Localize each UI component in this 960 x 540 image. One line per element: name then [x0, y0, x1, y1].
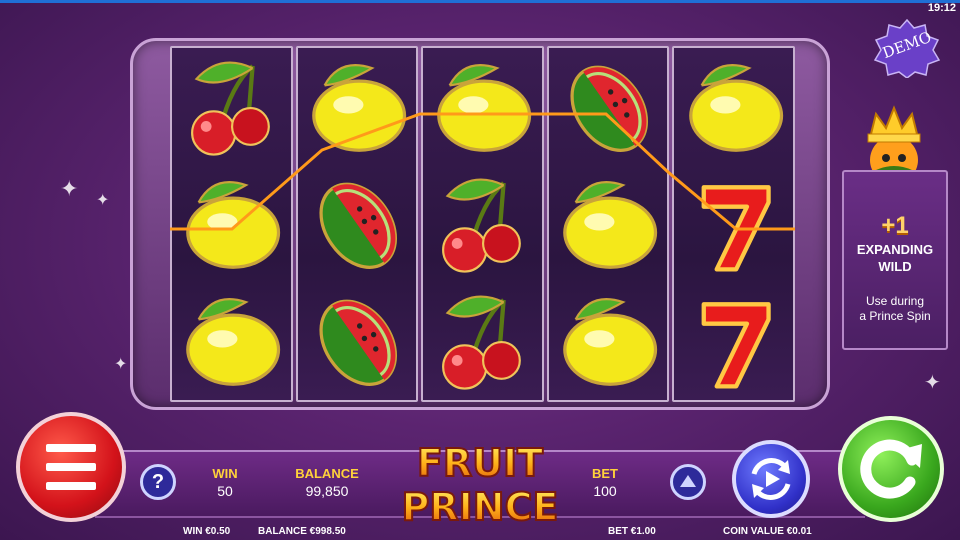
- reel-grid: [170, 46, 795, 402]
- game-logo: FRUIT PRINCE: [401, 440, 560, 530]
- demo-badge: DEMO: [872, 18, 942, 79]
- balance-label: BALANCE: [295, 466, 359, 481]
- reel-1: [170, 46, 293, 402]
- spin-button[interactable]: [838, 416, 944, 522]
- watermelon-icon: [298, 283, 417, 400]
- menu-icon: [46, 463, 96, 471]
- cherry-icon: [423, 283, 542, 400]
- autoplay-icon: [751, 458, 791, 500]
- panel-desc-line2: a Prince Spin: [859, 309, 931, 323]
- lemon-icon: [298, 48, 417, 165]
- menu-button[interactable]: [16, 412, 126, 522]
- lemon-icon: [172, 283, 291, 400]
- top-accent-bar: [0, 0, 960, 3]
- reel-3: [421, 46, 544, 402]
- triangle-up-icon: [680, 475, 696, 487]
- win-value: 50: [217, 483, 233, 499]
- lemon-icon: [674, 48, 793, 165]
- reel-5: [672, 46, 795, 402]
- reel-4: [546, 46, 670, 402]
- lemon-icon: [549, 283, 668, 400]
- spin-icon: [860, 439, 922, 499]
- bet-increase-button[interactable]: [670, 464, 706, 500]
- sparkle-icon: ✦: [96, 192, 110, 209]
- expanding-wild-panel: +1 EXPANDING WILD Use during a Prince Sp…: [842, 170, 948, 350]
- autoplay-button[interactable]: [732, 440, 810, 518]
- logo-line2: PRINCE: [402, 485, 559, 529]
- balance-value: 99,850: [305, 483, 349, 499]
- seven-icon: [674, 165, 793, 282]
- lemon-icon: [172, 165, 291, 282]
- seven-icon: [674, 283, 793, 400]
- win-display: WIN 50: [200, 466, 250, 499]
- watermelon-icon: [298, 165, 417, 282]
- panel-title-line1: EXPANDING: [856, 242, 934, 257]
- footer-balance: BALANCE €998.50: [258, 526, 346, 537]
- menu-icon: [46, 444, 96, 452]
- cherry-icon: [423, 165, 542, 282]
- cherry-icon: [172, 48, 291, 165]
- logo-line1: FRUIT: [417, 441, 543, 485]
- lemon-icon: [549, 165, 668, 282]
- balance-display: BALANCE 99,850: [286, 466, 368, 499]
- win-label: WIN: [212, 466, 238, 481]
- panel-title-line2: WILD: [878, 259, 912, 274]
- bet-value: 100: [593, 483, 617, 499]
- bet-label: BET: [592, 466, 618, 481]
- panel-desc-line1: Use during: [865, 294, 925, 308]
- reel-2: [295, 46, 419, 402]
- bonus-count: +1: [881, 212, 909, 239]
- menu-icon: [46, 482, 96, 490]
- footer-win: WIN €0.50: [183, 526, 231, 537]
- watermelon-icon: [549, 48, 668, 165]
- sparkle-icon: ✦: [924, 372, 941, 394]
- status-clock: 19:12: [927, 2, 956, 14]
- lemon-icon: [423, 48, 542, 165]
- bet-display: BET 100: [582, 466, 628, 499]
- help-button[interactable]: ?: [140, 464, 176, 500]
- footer-bet: BET €1.00: [608, 526, 656, 537]
- sparkle-icon: ✦: [114, 356, 128, 373]
- sparkle-icon: ✦: [60, 176, 79, 201]
- footer-coin-value: COIN VALUE €0.01: [723, 526, 812, 537]
